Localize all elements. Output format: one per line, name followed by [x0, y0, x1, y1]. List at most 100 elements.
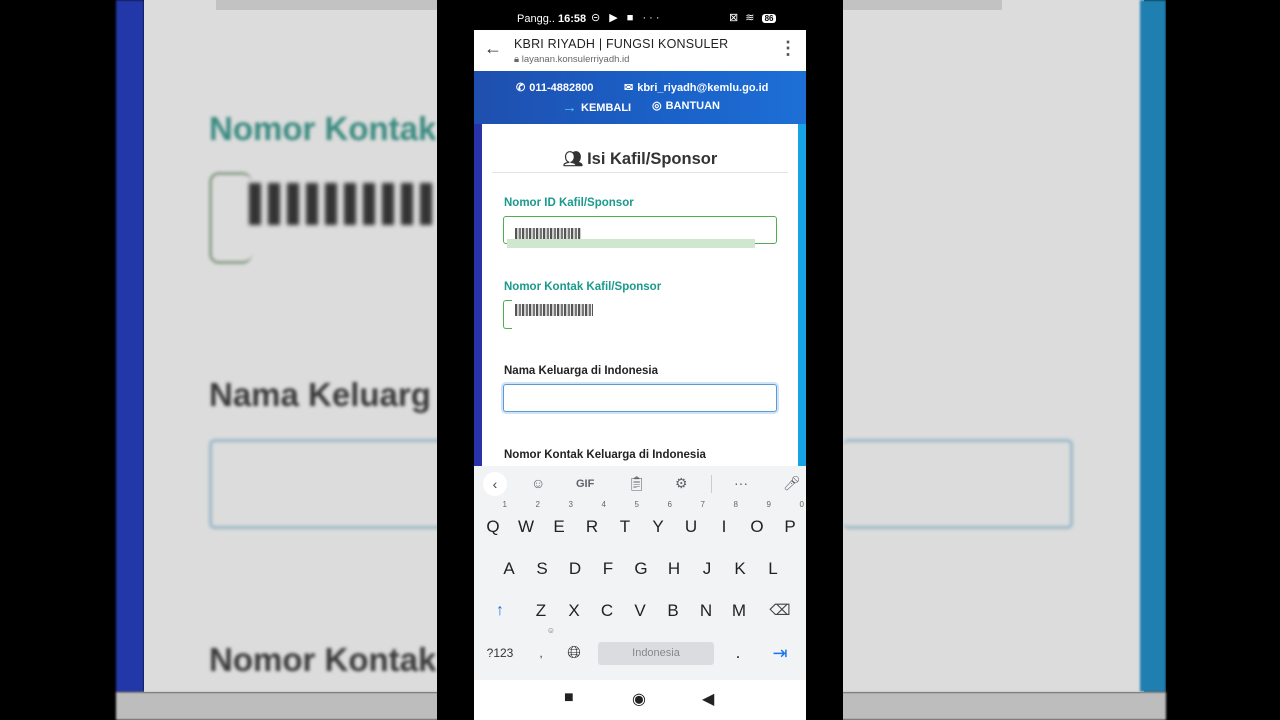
key-c[interactable]: C [592, 593, 622, 629]
key-s[interactable]: S [527, 551, 557, 587]
background-blur-right [843, 0, 1280, 720]
key-d[interactable]: D [560, 551, 590, 587]
key-w[interactable]: 2W [511, 501, 541, 545]
key-l[interactable]: L [758, 551, 788, 587]
next-key[interactable]: ⇥ [765, 635, 795, 671]
sponsor-id-label: Nomor ID Kafil/Sponsor [504, 197, 634, 209]
key-a[interactable]: A [494, 551, 524, 587]
key-hint: 4 [601, 500, 606, 509]
key-o[interactable]: 9O [742, 501, 772, 545]
form-title: 👥︎ Isi Kafil/Sponsor [562, 150, 718, 168]
background-field-family [209, 439, 437, 529]
key-g[interactable]: G [626, 551, 656, 587]
background-dark-edge-right [1166, 0, 1280, 720]
key-hint: 0 [799, 500, 804, 509]
more-icon[interactable]: ··· [734, 475, 748, 491]
contact-email[interactable]: ✉ kbri_riyadh@kemlu.go.id [624, 81, 768, 94]
input-highlight [507, 239, 755, 248]
battery-icon: 86 [761, 14, 777, 23]
background-label-family: Nama Keluarg [209, 376, 431, 413]
overflow-menu-icon[interactable]: ⋮ [779, 38, 797, 59]
key-f[interactable]: F [593, 551, 623, 587]
status-bar: Pangg.. 16:58 ⊝ ▶ ■ ··· ⊠ ≋ 86 [437, 8, 843, 30]
nav-back-icon[interactable]: ◀ [702, 689, 714, 709]
arrow-right-icon: → [562, 99, 577, 116]
backspace-key[interactable]: ⌫ [765, 593, 795, 629]
key-q[interactable]: 1Q [478, 501, 508, 545]
background-top-bar [216, 0, 437, 10]
chevron-left-icon[interactable]: ‹ [483, 472, 507, 496]
key-b[interactable]: B [658, 593, 688, 629]
background-redacted-value [249, 183, 437, 225]
key-hint: 9 [766, 500, 771, 509]
sponsor-contact-label: Nomor Kontak Kafil/Sponsor [504, 281, 662, 293]
recents-icon[interactable]: ■ [564, 689, 574, 707]
background-bottom [116, 692, 437, 720]
system-icons: ⊠ ≋ 86 [729, 11, 777, 24]
key-hint: 3 [568, 500, 573, 509]
redacted-sponsor-contact [515, 304, 593, 316]
background-blur-left: Nomor Kontak Nama Keluarg Nomor Kontak [0, 0, 437, 720]
key-e[interactable]: 3E [544, 501, 574, 545]
key-y[interactable]: 6Y [643, 501, 673, 545]
key-x[interactable]: X [559, 593, 589, 629]
key-t[interactable]: 5T [610, 501, 640, 545]
period-key[interactable]: . [723, 635, 753, 671]
key-u[interactable]: 7U [676, 501, 706, 545]
background-label-contact: Nomor Kontak [209, 110, 437, 147]
key-k[interactable]: K [725, 551, 755, 587]
back-arrow-icon[interactable]: ← [484, 38, 502, 59]
bantuan-link[interactable]: ◎ BANTUAN [652, 99, 720, 112]
clipboard-icon[interactable]: 📋︎ [628, 475, 646, 492]
family-name-field[interactable] [503, 384, 777, 412]
key-n[interactable]: N [691, 593, 721, 629]
browser-screen: ← KBRI RIYADH | FUNGSI KONSULER 🔒︎ layan… [474, 30, 806, 720]
key-hint: 5 [634, 500, 639, 509]
key-r[interactable]: 4R [577, 501, 607, 545]
key-z[interactable]: Z [526, 593, 556, 629]
sticker-icon[interactable]: ☺ [531, 475, 545, 491]
home-icon[interactable]: ◉ [632, 689, 646, 709]
key-hint: 7 [700, 500, 705, 509]
key-hint: 2 [535, 500, 540, 509]
comma-key[interactable]: ☺, [526, 627, 556, 671]
page-title: KBRI RIYADH | FUNGSI KONSULER [514, 37, 729, 51]
form-card: 👥︎ Isi Kafil/Sponsor Nomor ID Kafil/Spons… [474, 124, 806, 466]
key-j[interactable]: J [692, 551, 722, 587]
background-dark-edge [0, 0, 116, 720]
card-right-border [798, 124, 806, 466]
background-field-family-right [843, 439, 1073, 529]
url-display[interactable]: 🔒︎ layanan.konsulerriyadh.id [514, 54, 629, 65]
browser-toolbar: ← KBRI RIYADH | FUNGSI KONSULER 🔒︎ layan… [474, 30, 806, 71]
toolbar-separator [711, 475, 712, 493]
family-contact-label: Nomor Kontak Keluarga di Indonesia [504, 449, 706, 461]
gif-button[interactable]: GIF [576, 478, 594, 490]
phone-icon: ✆ [516, 82, 526, 94]
wifi-icon: ⊠ ≋ [729, 12, 757, 24]
phone-frame: Pangg.. 16:58 ⊝ ▶ ■ ··· ⊠ ≋ 86 ← KBRI RI… [437, 0, 843, 720]
site-header: ✆ 011-4882800 ✉ kbri_riyadh@kemlu.go.id → K… [474, 71, 806, 124]
globe-icon[interactable]: 🌐︎ [559, 635, 589, 671]
key-p[interactable]: 0P [775, 501, 805, 545]
key-v[interactable]: V [625, 593, 655, 629]
users-icon: 👥︎ [562, 151, 584, 168]
family-name-label: Nama Keluarga di Indonesia [504, 365, 659, 377]
emoji-icon: ☺ [546, 626, 555, 635]
microphone-icon[interactable]: 🎤︎ [783, 475, 801, 492]
background-cyan-strip [1140, 0, 1166, 692]
key-i[interactable]: 8I [709, 501, 739, 545]
contact-phone[interactable]: ✆ 011-4882800 [516, 81, 593, 94]
notification-icons: ⊝ ▶ ■ ··· [591, 12, 663, 24]
mail-icon: ✉ [624, 82, 634, 94]
symbols-key[interactable]: ?123 [485, 635, 515, 671]
keyboard-toolbar: ‹ ☺ GIF 📋︎ ⚙ ··· 🎤︎ [474, 466, 806, 502]
sponsor-contact-field[interactable] [503, 300, 512, 329]
gear-icon[interactable]: ⚙ [675, 475, 688, 492]
family-name-input[interactable] [504, 385, 776, 409]
kembali-link[interactable]: → KEMBALI [562, 99, 631, 116]
key-m[interactable]: M [724, 593, 754, 629]
space-key[interactable]: Indonesia [598, 642, 714, 665]
key-h[interactable]: H [659, 551, 689, 587]
key-hint: 8 [733, 500, 738, 509]
shift-key[interactable]: ↑ [485, 593, 515, 629]
